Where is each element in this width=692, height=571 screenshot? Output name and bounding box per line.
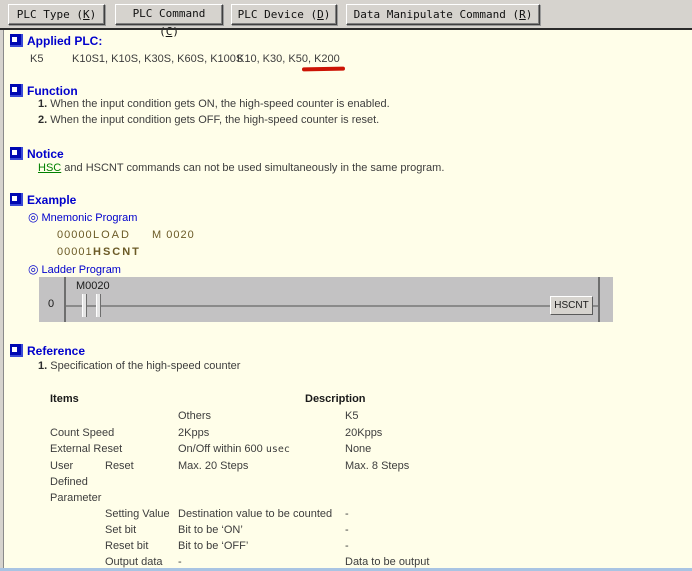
mnemonic-key: D xyxy=(317,8,324,21)
function-item-2: 2. When the input condition gets OFF, th… xyxy=(38,114,379,126)
section-title: Reference xyxy=(27,344,85,358)
cell-others: Max. 20 Steps xyxy=(178,460,248,472)
table-header-items: Items xyxy=(50,393,79,405)
cell-item: Parameter xyxy=(50,492,101,504)
section-title: Example xyxy=(27,193,76,207)
cell-others: - xyxy=(178,556,182,568)
blue-square-icon xyxy=(10,147,23,160)
cell-subitem: Setting Value xyxy=(105,508,170,520)
contact-symbol-bar xyxy=(82,294,87,317)
cell-item: Count Speed xyxy=(50,427,114,439)
plc-device-button[interactable]: PLC Device (D) xyxy=(231,4,337,25)
cell-others: Bit to be ‘ON’ xyxy=(178,524,243,536)
data-manipulate-command-button[interactable]: Data Manipulate Command (R) xyxy=(346,4,540,25)
blue-square-icon xyxy=(10,344,23,357)
mnemonic-opcode: LOAD xyxy=(93,229,131,241)
cell-k5: - xyxy=(345,524,349,536)
toolbar-separator xyxy=(0,28,692,30)
bullseye-icon: ◎ xyxy=(28,262,38,276)
cell-k5: - xyxy=(345,540,349,552)
rung-number: 0 xyxy=(48,298,54,310)
section-title: Notice xyxy=(27,147,64,161)
contact-label: M0020 xyxy=(76,280,110,292)
reference-text: Specification of the high-speed counter xyxy=(50,360,240,372)
table-header-description: Description xyxy=(305,393,366,405)
cell-others: 2Kpps xyxy=(178,427,209,439)
cell-others: Destination value to be counted xyxy=(178,508,332,520)
mnemonic-address: 00001 xyxy=(57,246,93,258)
cell-subitem: Reset bit xyxy=(105,540,148,552)
list-number: 2. xyxy=(38,114,47,126)
mnemonic-key: R xyxy=(519,8,526,21)
table-subheader-others: Others xyxy=(178,410,211,422)
plc-k200-highlighted: K200 xyxy=(314,53,340,65)
table-subheader-k5: K5 xyxy=(345,410,358,422)
ladder-diagram: 0 M0020 HSCNT xyxy=(39,277,613,322)
button-label: ) xyxy=(526,8,533,21)
hsc-link[interactable]: HSC xyxy=(38,162,61,174)
contact-symbol-bar xyxy=(96,294,101,317)
button-label: Data Manipulate Command ( xyxy=(354,8,520,21)
mnemonic-program-heading: ◎Mnemonic Program xyxy=(28,210,137,224)
cell-others-text: On/Off within 600 xyxy=(178,443,266,455)
window-left-edge xyxy=(0,30,4,568)
cell-item: Defined xyxy=(50,476,88,488)
function-item-1: 1. When the input condition gets ON, the… xyxy=(38,98,390,110)
blue-square-icon xyxy=(10,193,23,206)
button-label: ) xyxy=(324,8,331,21)
button-label: PLC Device ( xyxy=(238,8,317,21)
applied-plc-group-k: K10, K30, K50, K200 xyxy=(237,53,340,65)
section-title: Applied PLC: xyxy=(27,34,102,48)
plc-type-button[interactable]: PLC Type (K) xyxy=(8,4,105,25)
list-number: 1. xyxy=(38,360,47,372)
plc-help-window: PLC Type (K) PLC Command (C) PLC Device … xyxy=(0,0,692,571)
ladder-program-heading: ◎Ladder Program xyxy=(28,262,121,276)
cell-k5: Data to be output xyxy=(345,556,429,568)
cell-item: External Reset xyxy=(50,443,122,455)
cell-others-mono: usec xyxy=(266,444,290,455)
blue-square-icon xyxy=(10,34,23,47)
cell-others: Bit to be ‘OFF’ xyxy=(178,540,248,552)
cell-subitem: Output data xyxy=(105,556,163,568)
button-label: PLC Type ( xyxy=(17,8,83,21)
cell-item: User xyxy=(50,460,73,472)
list-number: 1. xyxy=(38,98,47,110)
toolbar: PLC Type (K) PLC Command (C) PLC Device … xyxy=(0,0,692,28)
section-title: Function xyxy=(27,84,78,98)
rung-wire xyxy=(66,305,550,307)
mnemonic-key: K xyxy=(83,8,90,21)
cell-others: On/Off within 600 usec xyxy=(178,443,290,455)
red-underline-annotation xyxy=(302,67,345,72)
cell-k5: Max. 8 Steps xyxy=(345,460,409,472)
plc-command-button[interactable]: PLC Command (C) xyxy=(115,4,223,25)
mnemonic-operand: M 0020 xyxy=(152,229,195,241)
subheading-label: Ladder Program xyxy=(41,264,121,276)
function-text: When the input condition gets OFF, the h… xyxy=(50,114,379,126)
hscnt-instruction-box: HSCNT xyxy=(550,296,593,315)
notice-text: HSC and HSCNT commands can not be used s… xyxy=(38,162,444,174)
right-power-rail xyxy=(598,277,600,322)
mnemonic-address: 00000 xyxy=(57,229,93,241)
button-label: ) xyxy=(172,25,179,38)
reference-item: 1. Specification of the high-speed count… xyxy=(38,360,240,372)
bullseye-icon: ◎ xyxy=(28,210,38,224)
cell-k5: - xyxy=(345,508,349,520)
cell-subitem: Set bit xyxy=(105,524,136,536)
plc-list-text: K10, K30, K50, xyxy=(237,53,314,65)
notice-body-text: and HSCNT commands can not be used simul… xyxy=(61,162,444,174)
cell-k5: 20Kpps xyxy=(345,427,382,439)
applied-plc-group-ks: K10S1, K10S, K30S, K60S, K100S xyxy=(72,53,243,65)
applied-plc-group-k5: K5 xyxy=(30,53,43,65)
left-power-rail xyxy=(64,277,66,322)
instruction-label: HSCNT xyxy=(554,300,588,311)
blue-square-icon xyxy=(10,84,23,97)
subheading-label: Mnemonic Program xyxy=(41,212,137,224)
function-text: When the input condition gets ON, the hi… xyxy=(50,98,389,110)
button-label: ) xyxy=(90,8,97,21)
mnemonic-opcode: HSCNT xyxy=(93,246,141,258)
cell-k5: None xyxy=(345,443,371,455)
cell-subitem: Reset xyxy=(105,460,134,472)
